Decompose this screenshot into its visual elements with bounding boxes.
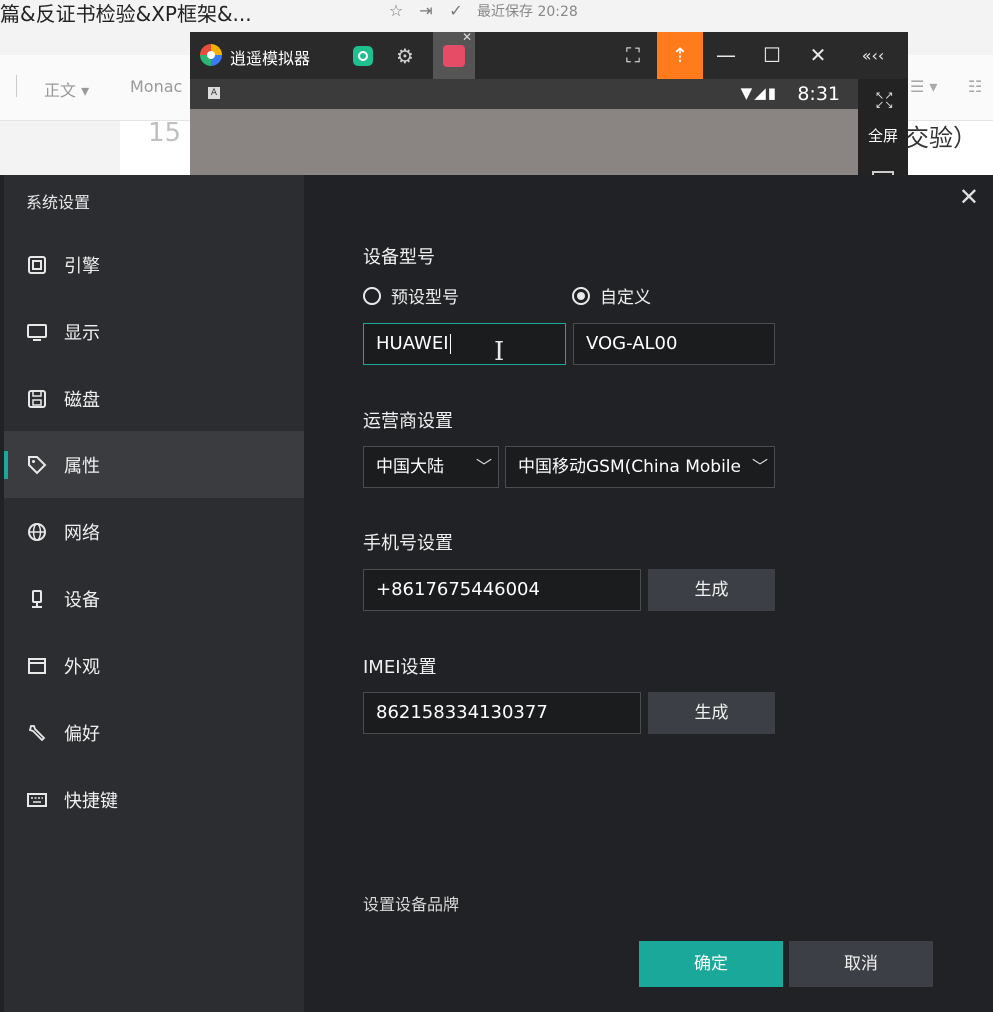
close-app-icon[interactable]: ✕ xyxy=(462,30,472,44)
phone-input[interactable]: +8617675446004 xyxy=(363,569,641,611)
status-time: 8:31 xyxy=(797,83,840,105)
microphone-icon xyxy=(26,588,48,610)
emulator-window: 逍遥模拟器 ⚙ ✕ ⛶ ⇡ — ☐ ✕ «‹‹ A ▼◢▮ 8:31 ↖↗ ↙↘ … xyxy=(190,30,908,183)
dialog-title: 系统设置 xyxy=(26,193,91,212)
running-app-tab[interactable]: ✕ xyxy=(433,30,475,79)
chevron-down-icon: ﹀ xyxy=(749,447,768,487)
notification-icon: A xyxy=(208,87,220,99)
fullscreen-icon[interactable]: ↖↗ ↙↘ xyxy=(875,90,893,110)
emulator-name: 逍遥模拟器 xyxy=(230,49,311,68)
tag-icon xyxy=(26,454,48,476)
sidebar-item-network[interactable]: 网络 xyxy=(4,498,304,565)
document-meta: ☆ ⇥ ✓ 最近保存 20:28 xyxy=(387,1,578,21)
cancel-button[interactable]: 取消 xyxy=(789,941,933,987)
keyboard-icon xyxy=(26,789,48,811)
sidebar-item-label: 外观 xyxy=(64,656,100,678)
sidebar-item-label: 磁盘 xyxy=(64,389,100,411)
sidebar-item-display[interactable]: 显示 xyxy=(4,298,304,365)
sidebar-item-label: 偏好 xyxy=(64,723,100,745)
imei-input[interactable]: 862158334130377 xyxy=(363,692,641,734)
confirm-button[interactable]: 确定 xyxy=(639,941,783,987)
emulator-sidebar: ↖↗ ↙↘ 全屏 xyxy=(858,79,908,183)
paragraph-style-select[interactable]: 正文 ▾ xyxy=(44,77,89,101)
line-number: 15 xyxy=(148,118,182,148)
document-title: 篇&反证书检验&XP框架&... xyxy=(0,2,252,26)
app-store-icon[interactable] xyxy=(353,46,373,66)
app-icon xyxy=(443,45,465,67)
disk-icon xyxy=(26,388,48,410)
settings-sidebar: 系统设置 引擎 显示 磁盘 属性 网络 设备 外观 偏好 快捷键 xyxy=(4,175,304,1012)
sidebar-item-appearance[interactable]: 外观 xyxy=(4,632,304,699)
sidebar-item-label: 网络 xyxy=(64,522,100,544)
fullscreen-label[interactable]: 全屏 xyxy=(858,125,908,146)
save-status: 最近保存 20:28 xyxy=(477,4,578,20)
radio-preset-model[interactable]: 预设型号 xyxy=(363,283,459,308)
sidebar-item-shortcuts[interactable]: 快捷键 xyxy=(4,766,304,833)
chevron-down-icon: ﹀ xyxy=(473,447,492,487)
generate-imei-button[interactable]: 生成 xyxy=(648,692,775,734)
check-circle-icon: ✓ xyxy=(449,1,463,20)
operator-value: 中国移动GSM(China Mobile xyxy=(518,457,741,477)
sidebar-item-device[interactable]: 设备 xyxy=(4,565,304,632)
minimize-icon[interactable]: — xyxy=(703,32,749,79)
cpu-icon xyxy=(26,254,48,276)
generate-phone-button[interactable]: 生成 xyxy=(648,569,775,611)
model-input[interactable]: VOG-AL00 xyxy=(573,323,775,365)
sidebar-item-label: 设备 xyxy=(64,589,100,611)
carrier-label: 运营商设置 xyxy=(363,411,453,432)
maximize-icon[interactable]: ☐ xyxy=(749,32,795,79)
numbered-list-icon[interactable]: ☷ xyxy=(968,77,982,96)
upload-icon[interactable]: ⇡ xyxy=(657,32,703,79)
phone-label: 手机号设置 xyxy=(363,533,453,554)
sidebar-item-label: 引擎 xyxy=(64,255,100,277)
hint-text: 设置设备品牌 xyxy=(363,895,460,914)
emulator-titlebar: 逍遥模拟器 ⚙ ✕ ⛶ ⇡ — ☐ ✕ «‹‹ xyxy=(190,30,908,79)
font-select[interactable]: Monac xyxy=(130,77,182,96)
text-caret xyxy=(449,334,451,354)
radio-label: 自定义 xyxy=(600,288,651,308)
settings-gear-icon[interactable]: ⚙ xyxy=(396,44,414,68)
close-icon[interactable]: ✕ xyxy=(795,32,841,79)
brand-input[interactable]: HUAWEI xyxy=(363,323,566,365)
radio-label: 预设型号 xyxy=(391,288,459,308)
sidebar-item-label: 快捷键 xyxy=(64,790,118,812)
radio-custom-model[interactable]: 自定义 xyxy=(572,283,651,308)
imei-label: IMEI设置 xyxy=(363,657,437,678)
export-icon[interactable]: ⇥ xyxy=(417,2,435,20)
toolbar-divider xyxy=(16,75,17,97)
list-icon[interactable]: ☰ ▾ xyxy=(910,77,937,96)
sidebar-item-preferences[interactable]: 偏好 xyxy=(4,699,304,766)
sidebar-item-disk[interactable]: 磁盘 xyxy=(4,365,304,432)
region-value: 中国大陆 xyxy=(376,457,444,477)
globe-icon xyxy=(26,521,48,543)
sidebar-item-engine[interactable]: 引擎 xyxy=(4,231,304,298)
region-select[interactable]: 中国大陆 ﹀ xyxy=(363,446,499,488)
sidebar-item-label: 显示 xyxy=(64,322,100,344)
device-model-label: 设备型号 xyxy=(363,247,435,268)
close-icon[interactable]: ✕ xyxy=(959,185,979,209)
collapse-sidebar-icon[interactable]: «‹‹ xyxy=(850,32,896,79)
wrench-icon xyxy=(26,722,48,744)
document-text-fragment: 交验） xyxy=(905,124,977,152)
radio-selected-icon xyxy=(572,286,590,305)
operator-select[interactable]: 中国移动GSM(China Mobile ﹀ xyxy=(505,446,775,488)
settings-dialog: 系统设置 引擎 显示 磁盘 属性 网络 设备 外观 偏好 快捷键 ✕ 设备型号 … xyxy=(0,175,993,1012)
window-icon xyxy=(26,655,48,677)
radio-circle-icon xyxy=(363,286,381,305)
android-status-bar: A ▼◢▮ 8:31 xyxy=(190,79,858,109)
signal-icons: ▼◢▮ xyxy=(740,84,778,102)
emulator-logo-icon xyxy=(200,44,222,66)
sidebar-item-properties[interactable]: 属性 xyxy=(4,431,304,498)
ibeam-cursor-icon: I xyxy=(494,337,505,367)
sidebar-item-label: 属性 xyxy=(64,455,100,477)
star-icon[interactable]: ☆ xyxy=(387,2,405,20)
settings-content: ✕ 设备型号 预设型号 自定义 HUAWEI I VOG-AL00 运营商设置 … xyxy=(304,175,993,1012)
brand-value: HUAWEI xyxy=(376,333,449,354)
screenshot-icon[interactable]: ⛶ xyxy=(610,32,656,79)
monitor-icon xyxy=(26,321,48,343)
